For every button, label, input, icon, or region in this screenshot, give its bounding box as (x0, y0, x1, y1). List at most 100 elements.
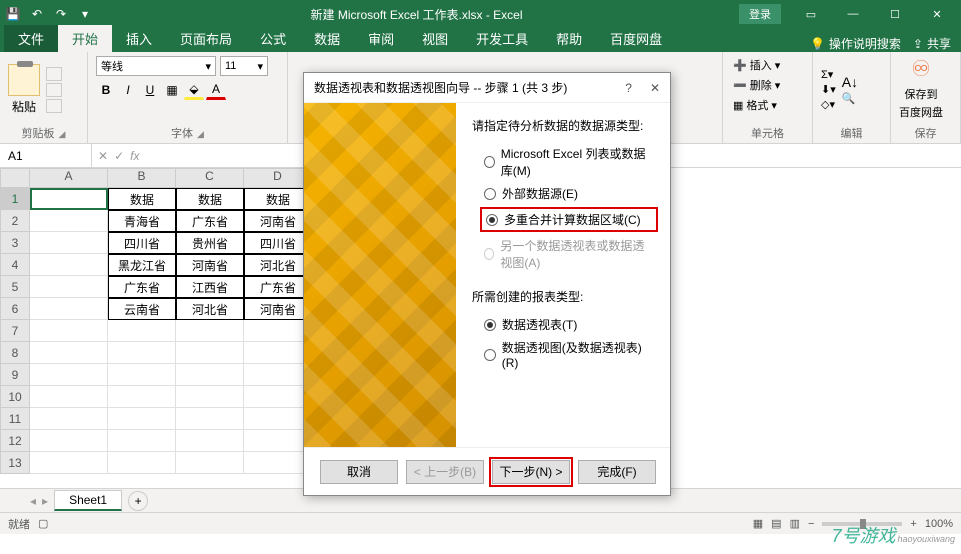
cell[interactable] (244, 452, 312, 474)
macro-record-icon[interactable]: ▢ (38, 517, 48, 530)
cell[interactable]: 河南省 (244, 210, 312, 232)
tab-data[interactable]: 数据 (300, 25, 354, 52)
copy-icon[interactable] (46, 83, 62, 97)
cell[interactable]: 江西省 (176, 276, 244, 298)
cell[interactable] (176, 430, 244, 452)
tab-home[interactable]: 开始 (58, 25, 112, 52)
cell[interactable]: 贵州省 (176, 232, 244, 254)
clear-icon[interactable]: ◇▾ (821, 98, 836, 111)
row-header[interactable]: 2 (0, 210, 30, 232)
column-header[interactable]: A (30, 168, 108, 188)
cell[interactable] (30, 320, 108, 342)
cell[interactable] (176, 320, 244, 342)
insert-cells-button[interactable]: ➕插入▾ (731, 56, 804, 74)
dialog-close-icon[interactable]: ✕ (650, 81, 660, 95)
view-pagebreak-icon[interactable]: ▥ (790, 517, 800, 530)
cell[interactable] (244, 430, 312, 452)
cell[interactable] (244, 342, 312, 364)
row-header[interactable]: 9 (0, 364, 30, 386)
cell[interactable] (244, 364, 312, 386)
format-cells-button[interactable]: ▦格式▾ (731, 96, 804, 114)
autosum-icon[interactable]: Σ▾ (821, 68, 836, 81)
tab-help[interactable]: 帮助 (542, 25, 596, 52)
row-header[interactable]: 7 (0, 320, 30, 342)
radio-excel-list[interactable]: Microsoft Excel 列表或数据库(M) (484, 142, 654, 182)
undo-icon[interactable]: ↶ (28, 5, 46, 23)
tab-layout[interactable]: 页面布局 (166, 25, 246, 52)
redo-icon[interactable]: ↷ (52, 5, 70, 23)
save-to-baidu-button[interactable]: ♾ 保存到 百度网盘 (899, 56, 943, 120)
delete-cells-button[interactable]: ➖删除▾ (731, 76, 804, 94)
ribbon-options-icon[interactable]: ▭ (791, 0, 831, 28)
tab-review[interactable]: 审阅 (354, 25, 408, 52)
cell[interactable] (244, 408, 312, 430)
tab-dev[interactable]: 开发工具 (462, 25, 542, 52)
name-box[interactable]: A1 (0, 144, 92, 167)
sheet-tab[interactable]: Sheet1 (54, 490, 122, 511)
cell[interactable] (108, 320, 176, 342)
cell[interactable] (244, 386, 312, 408)
paste-button[interactable]: 粘贴 (8, 64, 40, 115)
cell[interactable] (176, 364, 244, 386)
border-button[interactable]: ▦ (162, 80, 182, 100)
sort-icon[interactable]: A↓ (842, 74, 858, 90)
row-header[interactable]: 8 (0, 342, 30, 364)
format-painter-icon[interactable] (46, 99, 62, 113)
save-icon[interactable]: 💾 (4, 5, 22, 23)
font-color-button[interactable]: A (206, 80, 226, 100)
select-all-corner[interactable] (0, 168, 30, 188)
radio-pivot-table[interactable]: 数据透视表(T) (484, 313, 654, 336)
font-name-combo[interactable]: 等线▾ (96, 56, 216, 76)
zoom-out-button[interactable]: − (808, 518, 814, 530)
tab-baidu[interactable]: 百度网盘 (596, 25, 676, 52)
tab-view[interactable]: 视图 (408, 25, 462, 52)
cell[interactable] (30, 188, 108, 210)
fx-cancel-icon[interactable]: ✕ (98, 149, 108, 163)
login-button[interactable]: 登录 (739, 4, 781, 24)
cell[interactable] (108, 430, 176, 452)
cancel-button[interactable]: 取消 (320, 460, 398, 484)
row-header[interactable]: 3 (0, 232, 30, 254)
cell[interactable]: 河北省 (176, 298, 244, 320)
cell[interactable] (30, 408, 108, 430)
cell[interactable]: 四川省 (108, 232, 176, 254)
cell[interactable] (108, 386, 176, 408)
find-icon[interactable]: 🔍 (842, 92, 858, 105)
cell[interactable] (30, 342, 108, 364)
cell[interactable] (30, 276, 108, 298)
cell[interactable]: 数据 (244, 188, 312, 210)
cell[interactable]: 云南省 (108, 298, 176, 320)
cell[interactable] (30, 452, 108, 474)
cell[interactable] (244, 320, 312, 342)
cell[interactable] (30, 364, 108, 386)
cell[interactable] (108, 342, 176, 364)
sheet-nav-prev-icon[interactable]: ◂ (30, 494, 36, 508)
cell[interactable] (30, 232, 108, 254)
cell[interactable]: 广东省 (244, 276, 312, 298)
row-header[interactable]: 10 (0, 386, 30, 408)
row-header[interactable]: 11 (0, 408, 30, 430)
cell[interactable]: 青海省 (108, 210, 176, 232)
tab-formulas[interactable]: 公式 (246, 25, 300, 52)
cell[interactable]: 河南省 (244, 298, 312, 320)
qat-dropdown-icon[interactable]: ▾ (76, 5, 94, 23)
view-layout-icon[interactable]: ▤ (771, 517, 781, 530)
cell[interactable]: 广东省 (108, 276, 176, 298)
clipboard-expand-icon[interactable]: ◢ (59, 129, 66, 139)
row-header[interactable]: 6 (0, 298, 30, 320)
cell[interactable] (30, 430, 108, 452)
row-header[interactable]: 1 (0, 188, 30, 210)
font-expand-icon[interactable]: ◢ (197, 129, 204, 139)
tab-file[interactable]: 文件 (4, 25, 58, 52)
row-header[interactable]: 13 (0, 452, 30, 474)
column-header[interactable]: D (244, 168, 312, 188)
cell[interactable] (176, 408, 244, 430)
share-button[interactable]: ⇪ 共享 (913, 35, 951, 52)
sheet-nav-next-icon[interactable]: ▸ (42, 494, 48, 508)
cell[interactable] (30, 210, 108, 232)
close-button[interactable]: ✕ (917, 0, 957, 28)
row-header[interactable]: 5 (0, 276, 30, 298)
tell-me-search[interactable]: 💡 操作说明搜索 (810, 35, 901, 52)
next-button[interactable]: 下一步(N) > (492, 460, 570, 484)
row-header[interactable]: 4 (0, 254, 30, 276)
